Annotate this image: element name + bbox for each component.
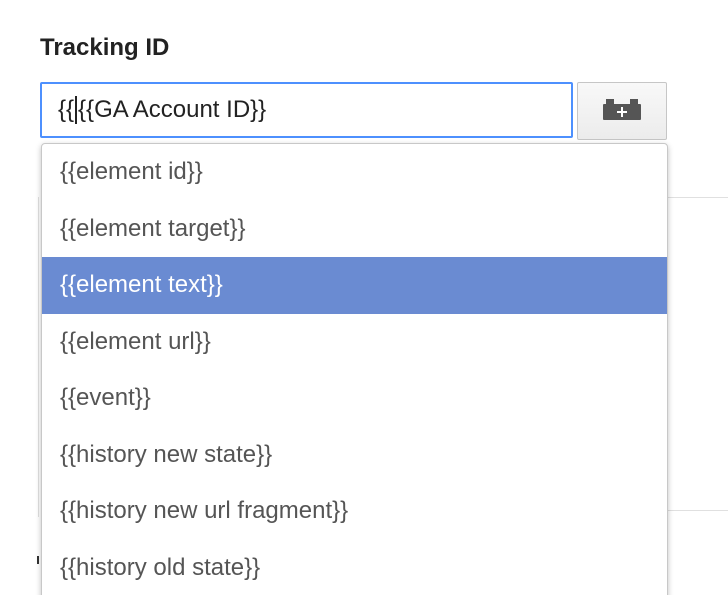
tag-config-panel: Tracking ID {{{{GA Account ID}} {{elemen…	[0, 0, 728, 595]
panel-divider-left	[38, 197, 39, 517]
tracking-id-input[interactable]: {{{{GA Account ID}}	[40, 82, 573, 138]
dropdown-item-element-url[interactable]: {{element url}}	[42, 314, 667, 371]
lego-brick-plus-icon	[602, 97, 642, 126]
dropdown-item-history-old-state[interactable]: {{history old state}}	[42, 540, 667, 595]
input-text-before-caret: {{	[58, 96, 75, 123]
tracking-id-label: Tracking ID	[40, 34, 170, 61]
panel-divider-bottom	[668, 510, 728, 511]
dropdown-item-element-id[interactable]: {{element id}}	[42, 144, 667, 201]
dropdown-item-element-text[interactable]: {{element text}}	[42, 257, 667, 314]
partial-text-mark	[37, 556, 39, 564]
text-caret	[75, 96, 78, 124]
variable-autocomplete-dropdown: {{element id}} {{element target}} {{elem…	[41, 143, 668, 595]
input-text-after-caret: {{GA Account ID}}	[78, 96, 267, 123]
panel-divider-top	[668, 197, 728, 198]
dropdown-item-history-new-state[interactable]: {{history new state}}	[42, 427, 667, 484]
insert-variable-button[interactable]	[577, 82, 667, 140]
dropdown-item-element-target[interactable]: {{element target}}	[42, 201, 667, 258]
dropdown-item-history-new-url-fragment[interactable]: {{history new url fragment}}	[42, 483, 667, 540]
dropdown-item-event[interactable]: {{event}}	[42, 370, 667, 427]
